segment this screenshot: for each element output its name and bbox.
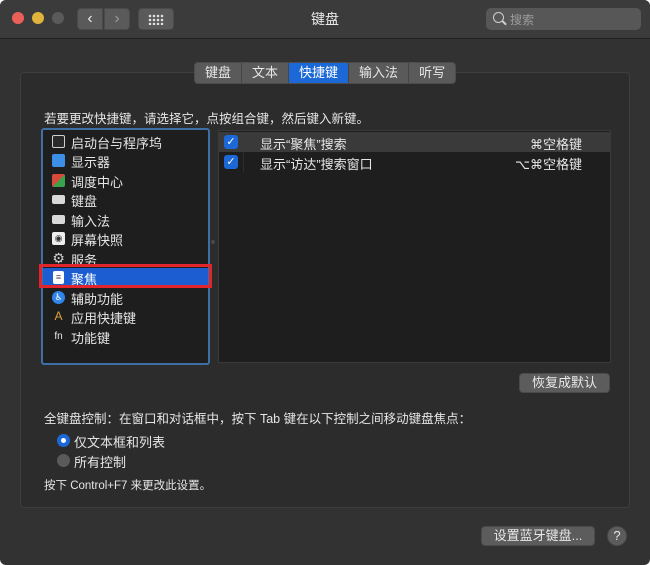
radio-label: 所有控制 (74, 455, 127, 470)
category-label: 功能键 (71, 331, 111, 346)
shortcut-row[interactable]: ✓ 显示“访达”搜索窗口 ⌥⌘空格键 (219, 152, 610, 172)
category-label: 启动台与程序坞 (71, 136, 163, 151)
keyboard-icon (52, 195, 65, 204)
instruction-text: 若要更改快捷键，请选择它，点按组合键，然后键入新键。 (44, 112, 370, 126)
category-item-launchpad-dock[interactable]: 启动台与程序坞 (43, 132, 208, 151)
shortcut-keys[interactable]: ⌥⌘空格键 (515, 154, 582, 173)
shortcut-name: 显示“聚焦”搜索 (260, 137, 347, 152)
category-item-services[interactable]: ⚙ 服务 (43, 249, 208, 268)
category-item-input-sources[interactable]: 输入法 (43, 210, 208, 229)
category-label: 输入法 (71, 214, 111, 229)
shortcut-list: ✓ 显示“聚焦”搜索 ⌘空格键 ✓ 显示“访达”搜索窗口 ⌥⌘空格键 (218, 130, 611, 363)
radio-all-controls[interactable] (57, 454, 70, 467)
spotlight-doc-icon: ≡ (53, 271, 64, 284)
display-icon (52, 154, 65, 167)
full-keyboard-access-label: 全键盘控制：在窗口和对话框中，按下 Tab 键在以下控制之间移动键盘焦点： (44, 412, 472, 426)
category-label: 聚焦 (71, 272, 98, 287)
help-button[interactable]: ? (607, 526, 627, 546)
restore-defaults-button[interactable]: 恢复成默认 (519, 373, 610, 393)
category-item-function-keys[interactable]: fn 功能键 (43, 327, 208, 346)
category-item-app-shortcuts[interactable]: A 应用快捷键 (43, 307, 208, 327)
tab-shortcuts[interactable]: 快捷键 (289, 63, 350, 83)
shortcut-keys[interactable]: ⌘空格键 (530, 134, 582, 153)
search-icon (493, 12, 504, 23)
category-item-mission-control[interactable]: 调度中心 (43, 171, 208, 190)
shortcut-checkbox[interactable]: ✓ (224, 135, 238, 149)
preferences-window: ‹ › 键盘 搜索 键盘 文本 快捷键 输入法 听写 若要更改快捷键，请选择它，… (0, 0, 650, 565)
launchpad-dock-icon (52, 135, 65, 148)
tab-input-sources[interactable]: 输入法 (349, 63, 410, 83)
category-label: 调度中心 (71, 175, 124, 190)
category-list: 启动台与程序坞 显示器 调度中心 键盘 输入法 ◉ 屏幕快照 ⚙ 服务 ≡ 聚焦 (41, 128, 210, 365)
category-label: 辅助功能 (71, 292, 124, 307)
tab-bar: 键盘 文本 快捷键 输入法 听写 (194, 62, 457, 84)
mission-control-icon (52, 174, 65, 187)
category-item-screenshots[interactable]: ◉ 屏幕快照 (43, 229, 208, 248)
category-item-keyboard[interactable]: 键盘 (43, 190, 208, 209)
title-bar: ‹ › 键盘 搜索 (0, 0, 650, 39)
gear-icon: ⚙ (52, 250, 65, 266)
hint-text: 按下 Control+F7 来更改此设置。 (44, 480, 212, 492)
setup-bluetooth-keyboard-button[interactable]: 设置蓝牙键盘... (481, 526, 595, 546)
screenshot-icon: ◉ (52, 232, 65, 245)
category-item-spotlight[interactable]: ≡ 聚焦 (43, 268, 208, 287)
category-label: 键盘 (71, 194, 98, 209)
app-shortcuts-icon: A (54, 309, 63, 323)
search-placeholder: 搜索 (510, 13, 535, 27)
category-label: 应用快捷键 (71, 311, 137, 326)
category-item-accessibility[interactable]: ♿ 辅助功能 (43, 288, 208, 307)
search-field[interactable]: 搜索 (486, 8, 641, 30)
category-label: 屏幕快照 (71, 233, 124, 248)
split-handle[interactable] (211, 240, 215, 244)
fn-key-icon: fn (54, 331, 63, 342)
input-source-icon (52, 215, 65, 224)
radio-text-boxes-lists[interactable] (57, 434, 70, 447)
tab-keyboard[interactable]: 键盘 (195, 63, 243, 83)
category-item-display[interactable]: 显示器 (43, 151, 208, 170)
shortcut-name: 显示“访达”搜索窗口 (260, 157, 373, 172)
shortcut-row[interactable]: ✓ 显示“聚焦”搜索 ⌘空格键 (219, 132, 610, 152)
tab-text[interactable]: 文本 (242, 63, 290, 83)
category-label: 显示器 (71, 155, 111, 170)
category-label: 服务 (71, 253, 98, 268)
accessibility-icon: ♿ (52, 291, 65, 304)
shortcut-checkbox[interactable]: ✓ (224, 155, 238, 169)
radio-label: 仅文本框和列表 (74, 435, 166, 450)
tab-dictation[interactable]: 听写 (409, 63, 455, 83)
